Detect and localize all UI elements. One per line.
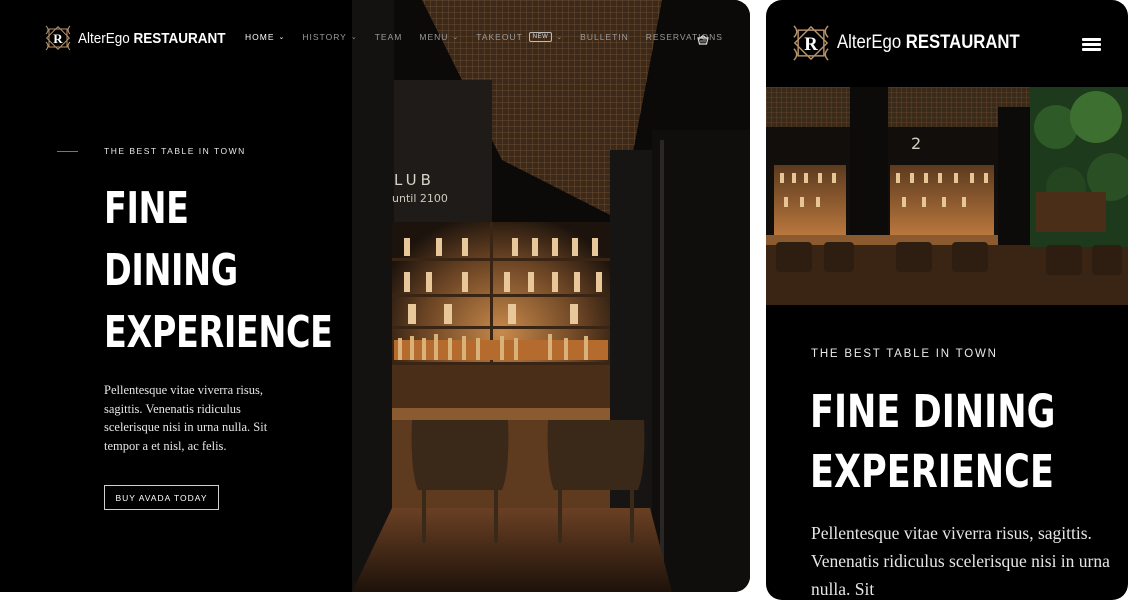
mobile-site-logo[interactable]: R AlterEgo RESTAURANT	[791, 23, 1045, 63]
monogram-crest-icon: R	[44, 24, 72, 52]
site-logo[interactable]: R AlterEgo RESTAURANT	[44, 24, 242, 52]
hero-headline-line: DINING	[104, 245, 238, 296]
svg-text:LUB: LUB	[394, 171, 435, 189]
hero-headline-line: FINE	[104, 183, 189, 234]
bar-interior-image: LUB until 2100	[352, 0, 750, 592]
buy-avada-button[interactable]: BUY AVADA TODAY	[104, 485, 219, 510]
hero-body-text: Pellentesque vitae viverra risus, sagitt…	[104, 383, 268, 453]
hero-headline-line: EXPERIENCE	[810, 445, 1054, 498]
new-badge: NEW	[528, 32, 553, 42]
mobile-hero-eyebrow: THE BEST TABLE IN TOWN	[811, 348, 998, 360]
wall-number: 2	[911, 134, 921, 153]
basket-icon[interactable]	[697, 32, 709, 45]
svg-text:R: R	[53, 31, 63, 46]
hero-eyebrow: THE BEST TABLE IN TOWN	[104, 146, 246, 156]
nav-item-home[interactable]: HOME ⌄	[245, 32, 285, 42]
nav-item-bulletin[interactable]: BULLETIN	[580, 32, 629, 42]
brand-wordmark: AlterEgo RESTAURANT	[78, 29, 226, 47]
nav-item-team[interactable]: TEAM	[375, 32, 403, 42]
nav-item-reservations[interactable]: RESERVATIONS	[646, 32, 723, 42]
brand-wordmark: AlterEgo RESTAURANT	[837, 32, 1020, 53]
bar-sign-hours: until 2100	[392, 192, 448, 205]
chevron-down-icon: ⌄	[452, 34, 460, 41]
nav-item-menu[interactable]: MENU ⌄	[419, 32, 459, 42]
mobile-hero-headline: FINE DINING EXPERIENCE	[810, 382, 1055, 502]
mobile-hero-body-text: Pellentesque vitae viverra risus, sagitt…	[811, 523, 1110, 599]
hero-headline-line: EXPERIENCE	[104, 307, 333, 358]
hamburger-icon[interactable]	[1082, 38, 1101, 51]
hero-bar-photo: LUB until 2100	[352, 0, 750, 592]
restaurant-interior-image: 2	[766, 87, 1128, 305]
main-menu: HOME ⌄ HISTORY ⌄ TEAM MENU ⌄ TAKEOUT NEW ⌄ BU…	[245, 32, 740, 42]
hero-headline: FINE DINING EXPERIENCE	[104, 178, 333, 364]
bar-sign-text: LUB	[394, 171, 435, 189]
mobile-hero-photo: 2	[766, 87, 1128, 305]
monogram-crest-icon: R	[791, 23, 831, 63]
desktop-header: R AlterEgo RESTAURANT HOME ⌄ HISTORY ⌄ TEA…	[0, 0, 750, 76]
nav-item-takeout[interactable]: TAKEOUT NEW ⌄	[476, 32, 563, 42]
chevron-down-icon: ⌄	[350, 34, 358, 41]
chevron-down-icon: ⌄	[278, 34, 286, 41]
mobile-mockup: R AlterEgo RESTAURANT 2 THE BEST TABLE I…	[766, 0, 1128, 600]
chevron-down-icon: ⌄	[556, 34, 564, 41]
desktop-mockup: LUB until 2100 R AlterEgo RESTAURANT HOM…	[0, 0, 750, 592]
hero-headline-line: FINE DINING	[810, 385, 1056, 438]
nav-item-history[interactable]: HISTORY ⌄	[302, 32, 357, 42]
eyebrow-divider	[57, 151, 78, 152]
svg-text:R: R	[804, 34, 818, 55]
